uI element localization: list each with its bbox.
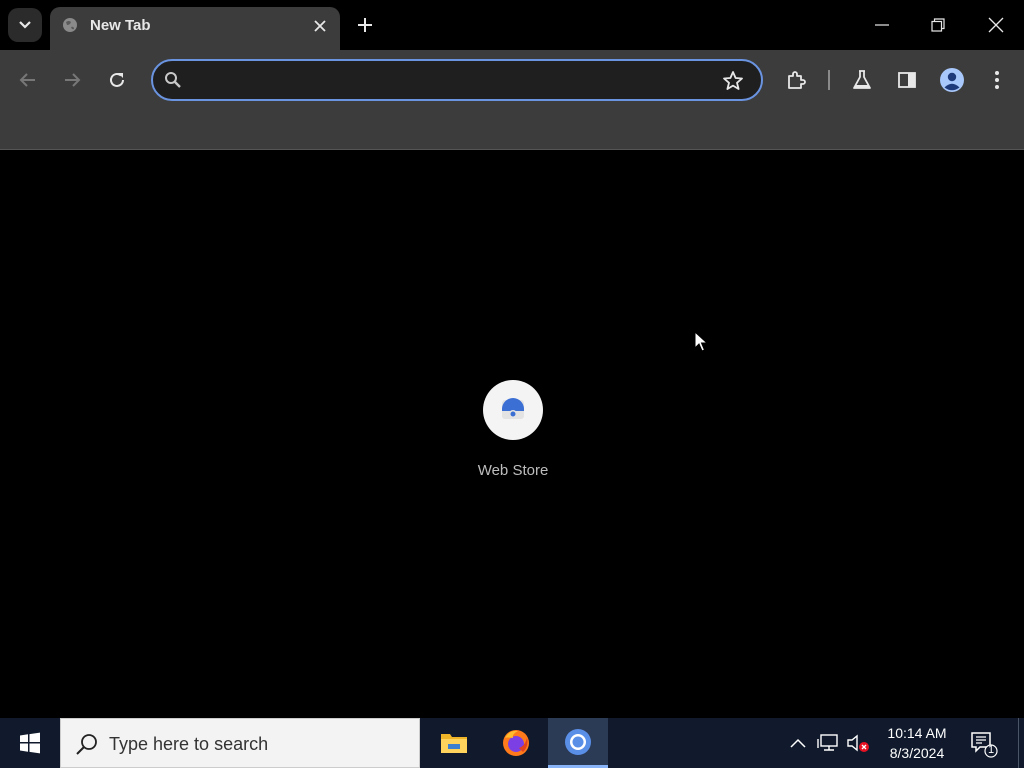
- minimize-button[interactable]: [862, 8, 902, 42]
- address-bar[interactable]: [151, 59, 763, 101]
- start-button[interactable]: [0, 718, 60, 768]
- taskbar-search-input[interactable]: [109, 732, 399, 756]
- plus-icon: [358, 18, 372, 32]
- action-center-button[interactable]: 1: [968, 728, 998, 758]
- address-input[interactable]: [193, 69, 713, 91]
- tab-title: New Tab: [90, 17, 151, 34]
- clock-time: 10:14 AM: [887, 725, 947, 741]
- kebab-menu-icon: [995, 71, 999, 89]
- windows-logo-icon: [20, 732, 40, 754]
- volume-button[interactable]: [846, 731, 870, 755]
- menu-button[interactable]: [981, 64, 1013, 96]
- tab-strip: New Tab: [0, 0, 1024, 50]
- show-desktop-button[interactable]: [1018, 718, 1024, 768]
- toolbar-divider: [828, 70, 830, 90]
- extensions-icon: [788, 71, 806, 89]
- tab-search-button[interactable]: [8, 8, 42, 42]
- reload-button[interactable]: [101, 64, 133, 96]
- taskbar-clock[interactable]: 10:14 AM 8/3/2024: [872, 723, 962, 763]
- minimize-icon: [875, 24, 889, 26]
- shortcut-label: Web Store: [477, 462, 549, 479]
- tab-new-tab[interactable]: New Tab: [50, 7, 340, 50]
- labs-button[interactable]: [846, 64, 878, 96]
- search-icon: [76, 734, 97, 755]
- firefox-icon: [503, 730, 529, 756]
- web-store-icon: [502, 398, 524, 419]
- taskbar-firefox[interactable]: [486, 718, 546, 768]
- bookmark-star-icon[interactable]: [721, 69, 745, 93]
- shortcut-icon-container: [483, 380, 543, 440]
- restore-icon: [931, 18, 945, 32]
- network-button[interactable]: [816, 731, 840, 755]
- close-icon: [314, 20, 326, 32]
- network-icon: [817, 734, 838, 751]
- close-tab-button[interactable]: [310, 16, 330, 36]
- side-panel-icon: [898, 72, 916, 88]
- taskbar-search-box[interactable]: [60, 718, 420, 768]
- profile-icon: [940, 68, 964, 92]
- taskbar: 10:14 AM 8/3/2024 1: [0, 718, 1024, 768]
- restore-button[interactable]: [918, 8, 958, 42]
- back-icon: [19, 73, 35, 87]
- mouse-cursor-icon: [694, 331, 709, 352]
- globe-icon: [63, 18, 77, 32]
- chrome-icon: [565, 728, 591, 755]
- chevron-up-icon: [790, 738, 806, 748]
- file-explorer-icon: [441, 734, 467, 753]
- close-window-button[interactable]: [976, 8, 1016, 42]
- close-icon: [988, 17, 1004, 33]
- side-panel-button[interactable]: [891, 64, 923, 96]
- back-button[interactable]: [12, 64, 44, 96]
- extensions-button[interactable]: [780, 64, 812, 96]
- volume-muted-icon: [847, 734, 869, 752]
- forward-icon: [65, 73, 81, 87]
- labs-flask-icon: [853, 70, 871, 89]
- chevron-down-icon: [19, 21, 31, 29]
- notification-count: 1: [988, 744, 995, 756]
- new-tab-page: Web Store: [0, 151, 1024, 718]
- reload-icon: [110, 72, 124, 87]
- taskbar-chrome[interactable]: [548, 718, 608, 768]
- taskbar-file-explorer[interactable]: [424, 718, 484, 768]
- profile-button[interactable]: [936, 64, 968, 96]
- new-tab-button[interactable]: [352, 12, 378, 38]
- search-icon: [165, 72, 181, 88]
- clock-date: 8/3/2024: [889, 745, 945, 761]
- forward-button[interactable]: [56, 64, 88, 96]
- show-hidden-icons-button[interactable]: [786, 731, 810, 755]
- shortcut-web-store[interactable]: Web Store: [463, 380, 563, 490]
- bookmarks-bar: [0, 110, 1024, 150]
- toolbar: [0, 50, 1024, 110]
